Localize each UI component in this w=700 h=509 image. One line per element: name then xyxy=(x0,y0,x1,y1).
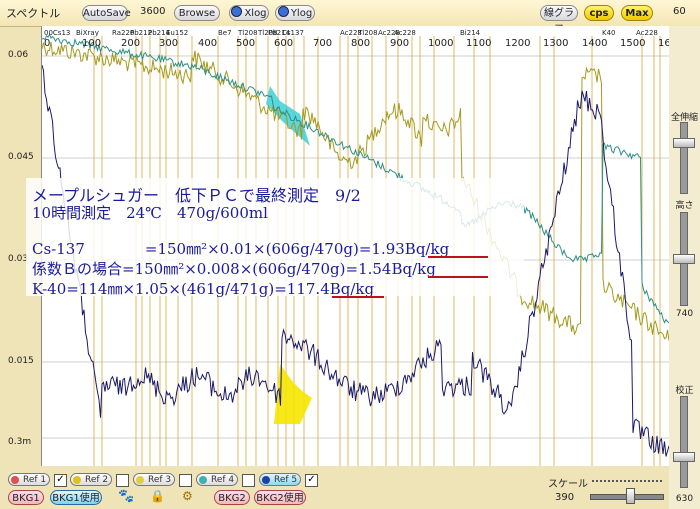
cps-button[interactable]: cps xyxy=(584,5,614,21)
x-tick-label: 1400 xyxy=(582,38,607,49)
right-top-value: 60 xyxy=(673,6,686,17)
nuclide-label: Cs137 xyxy=(282,29,304,37)
ref4-checkbox[interactable] xyxy=(242,474,255,487)
ref4-button[interactable]: Ref 4 xyxy=(196,473,238,486)
ref2-label: Ref 2 xyxy=(85,475,109,485)
x-axis-ticks: 0 100 200 300 400 500 600 700 800 900 1000 1100 1200… xyxy=(44,38,683,49)
underline-mark xyxy=(428,256,488,258)
scale-value: 390 xyxy=(555,492,575,503)
ref2-button[interactable]: Ref 2 xyxy=(70,473,112,486)
roi-cs137-fill xyxy=(266,86,310,146)
ref-icon xyxy=(262,476,270,484)
ref5-button[interactable]: Ref 5 xyxy=(259,473,301,486)
note-line-4: 係数Ｂの場合=150㎜²×0.008×(606g/470g)=1.54Bq/kg xyxy=(32,260,436,278)
x-tick-label: 1300 xyxy=(543,38,568,49)
window-title: スペクトル xyxy=(6,7,61,20)
nuclide-label: Tl208 xyxy=(237,29,258,37)
y-tick-label: 0.045 xyxy=(8,152,34,162)
height-value: 740 xyxy=(675,309,694,319)
zoom-slider-handle[interactable] xyxy=(673,138,695,148)
nuclide-label: K40 xyxy=(602,29,616,37)
paw-icon[interactable]: 🐾 xyxy=(118,489,134,504)
radio-icon xyxy=(231,6,243,17)
right-panel: 全伸縮 高さ 740 校正 630 xyxy=(669,26,700,509)
nuclide-label: Be7 xyxy=(218,29,232,37)
ref-icon xyxy=(136,476,144,484)
note-line-3: Cs-137 =150㎜²×0.01×(606g/470g)=1.93Bq/kg xyxy=(32,240,450,258)
x-tick-label: 800 xyxy=(351,38,370,49)
x-tick-label: 1000 xyxy=(428,38,453,49)
calib-value: 630 xyxy=(675,494,694,504)
underline-mark xyxy=(428,276,488,278)
ref-icon xyxy=(11,476,19,484)
ref5-label: Ref 5 xyxy=(274,475,298,485)
x-tick-label: 700 xyxy=(313,38,332,49)
ylog-toggle[interactable]: Ylog xyxy=(275,5,315,21)
ref-icon xyxy=(73,476,81,484)
height-label: 高さ xyxy=(675,201,694,211)
ref1-checkbox[interactable]: ✓ xyxy=(54,474,67,487)
nuclide-label: BiXray xyxy=(76,29,99,37)
nuclide-label: Bi214 xyxy=(460,29,481,37)
note-line-2: 10時間測定 24℃ 470g/600ml xyxy=(32,204,268,222)
height-slider-handle[interactable] xyxy=(673,254,695,264)
scale-slider-handle[interactable] xyxy=(626,488,635,504)
nuclide-label: Eu152 xyxy=(166,29,188,37)
x-tick-label: 100 xyxy=(82,38,101,49)
x-tick-label: 200 xyxy=(121,38,140,49)
x-tick-label: 900 xyxy=(390,38,409,49)
ref2-checkbox[interactable] xyxy=(116,474,129,487)
x-tick-label: 500 xyxy=(236,38,255,49)
nuclide-labels: 00Cs13 BiXray Ra226Pb212Pb214Eu152 Be7 Tl208… xyxy=(44,29,658,37)
bkg1-used-button[interactable]: BKG1使用 xyxy=(50,490,102,505)
note-line-5: K-40=114㎜×1.05×(461g/471g)=117.4Bq/kg xyxy=(32,280,375,298)
nuclide-label: 00Cs13 xyxy=(44,29,70,37)
ref5-checkbox[interactable]: ✓ xyxy=(305,474,318,487)
calib-slider-track[interactable] xyxy=(680,396,688,488)
x-tick-label: 400 xyxy=(198,38,217,49)
nuclide-label: Ac228 xyxy=(636,29,658,37)
time-value: 3600 xyxy=(140,6,166,17)
radio-icon xyxy=(277,6,289,17)
ylog-label: Ylog xyxy=(290,8,313,19)
x-tick-label: 1200 xyxy=(505,38,530,49)
ref3-button[interactable]: Ref 3 xyxy=(133,473,175,486)
nuclide-label: Ac228 xyxy=(394,29,416,37)
autosave-button[interactable]: AutoSave xyxy=(82,5,131,21)
scale-label: スケール xyxy=(548,479,588,490)
bkg1-button[interactable]: BKG1 xyxy=(8,490,44,505)
y-tick-label: 0.3m xyxy=(8,437,32,447)
xlog-label: Xlog xyxy=(244,8,267,19)
browse-button[interactable]: Browse xyxy=(174,5,220,21)
xlog-toggle[interactable]: Xlog xyxy=(229,5,269,21)
bkg2-used-button[interactable]: BKG2使用 xyxy=(254,490,306,505)
gear-icon[interactable]: ⚙ xyxy=(182,489,193,503)
toolbar: スペクトル AutoSave 3600 Browse Xlog Ylog 線グラ… xyxy=(0,0,700,35)
x-tick-label: 300 xyxy=(159,38,178,49)
ref4-label: Ref 4 xyxy=(211,475,235,485)
bkg2-button[interactable]: BKG2 xyxy=(214,490,250,505)
scale-ticks xyxy=(592,480,662,482)
ref3-label: Ref 3 xyxy=(148,475,172,485)
y-tick-label: 0.06 xyxy=(8,50,29,60)
nuclide-label: Tl208 xyxy=(357,29,378,37)
underline-mark xyxy=(332,296,384,298)
max-button[interactable]: Max xyxy=(621,5,653,21)
ref-icon xyxy=(199,476,207,484)
calib-label: 校正 xyxy=(675,386,694,396)
lock-icon[interactable]: 🔒 xyxy=(150,489,165,503)
y-tick-label: 0.015 xyxy=(8,356,34,366)
linegraph-button[interactable]: 線グラフ xyxy=(540,5,578,35)
x-tick-label: 0 xyxy=(44,38,50,49)
x-tick-label: 1500 xyxy=(620,38,645,49)
ref1-label: Ref 1 xyxy=(23,475,47,485)
x-tick-label: 1100 xyxy=(466,38,491,49)
calib-slider-handle[interactable] xyxy=(673,452,695,462)
ref1-button[interactable]: Ref 1 xyxy=(8,473,50,486)
zoom-slider-track[interactable] xyxy=(680,122,688,194)
x-tick-label: 600 xyxy=(274,38,293,49)
ref3-checkbox[interactable] xyxy=(179,474,192,487)
